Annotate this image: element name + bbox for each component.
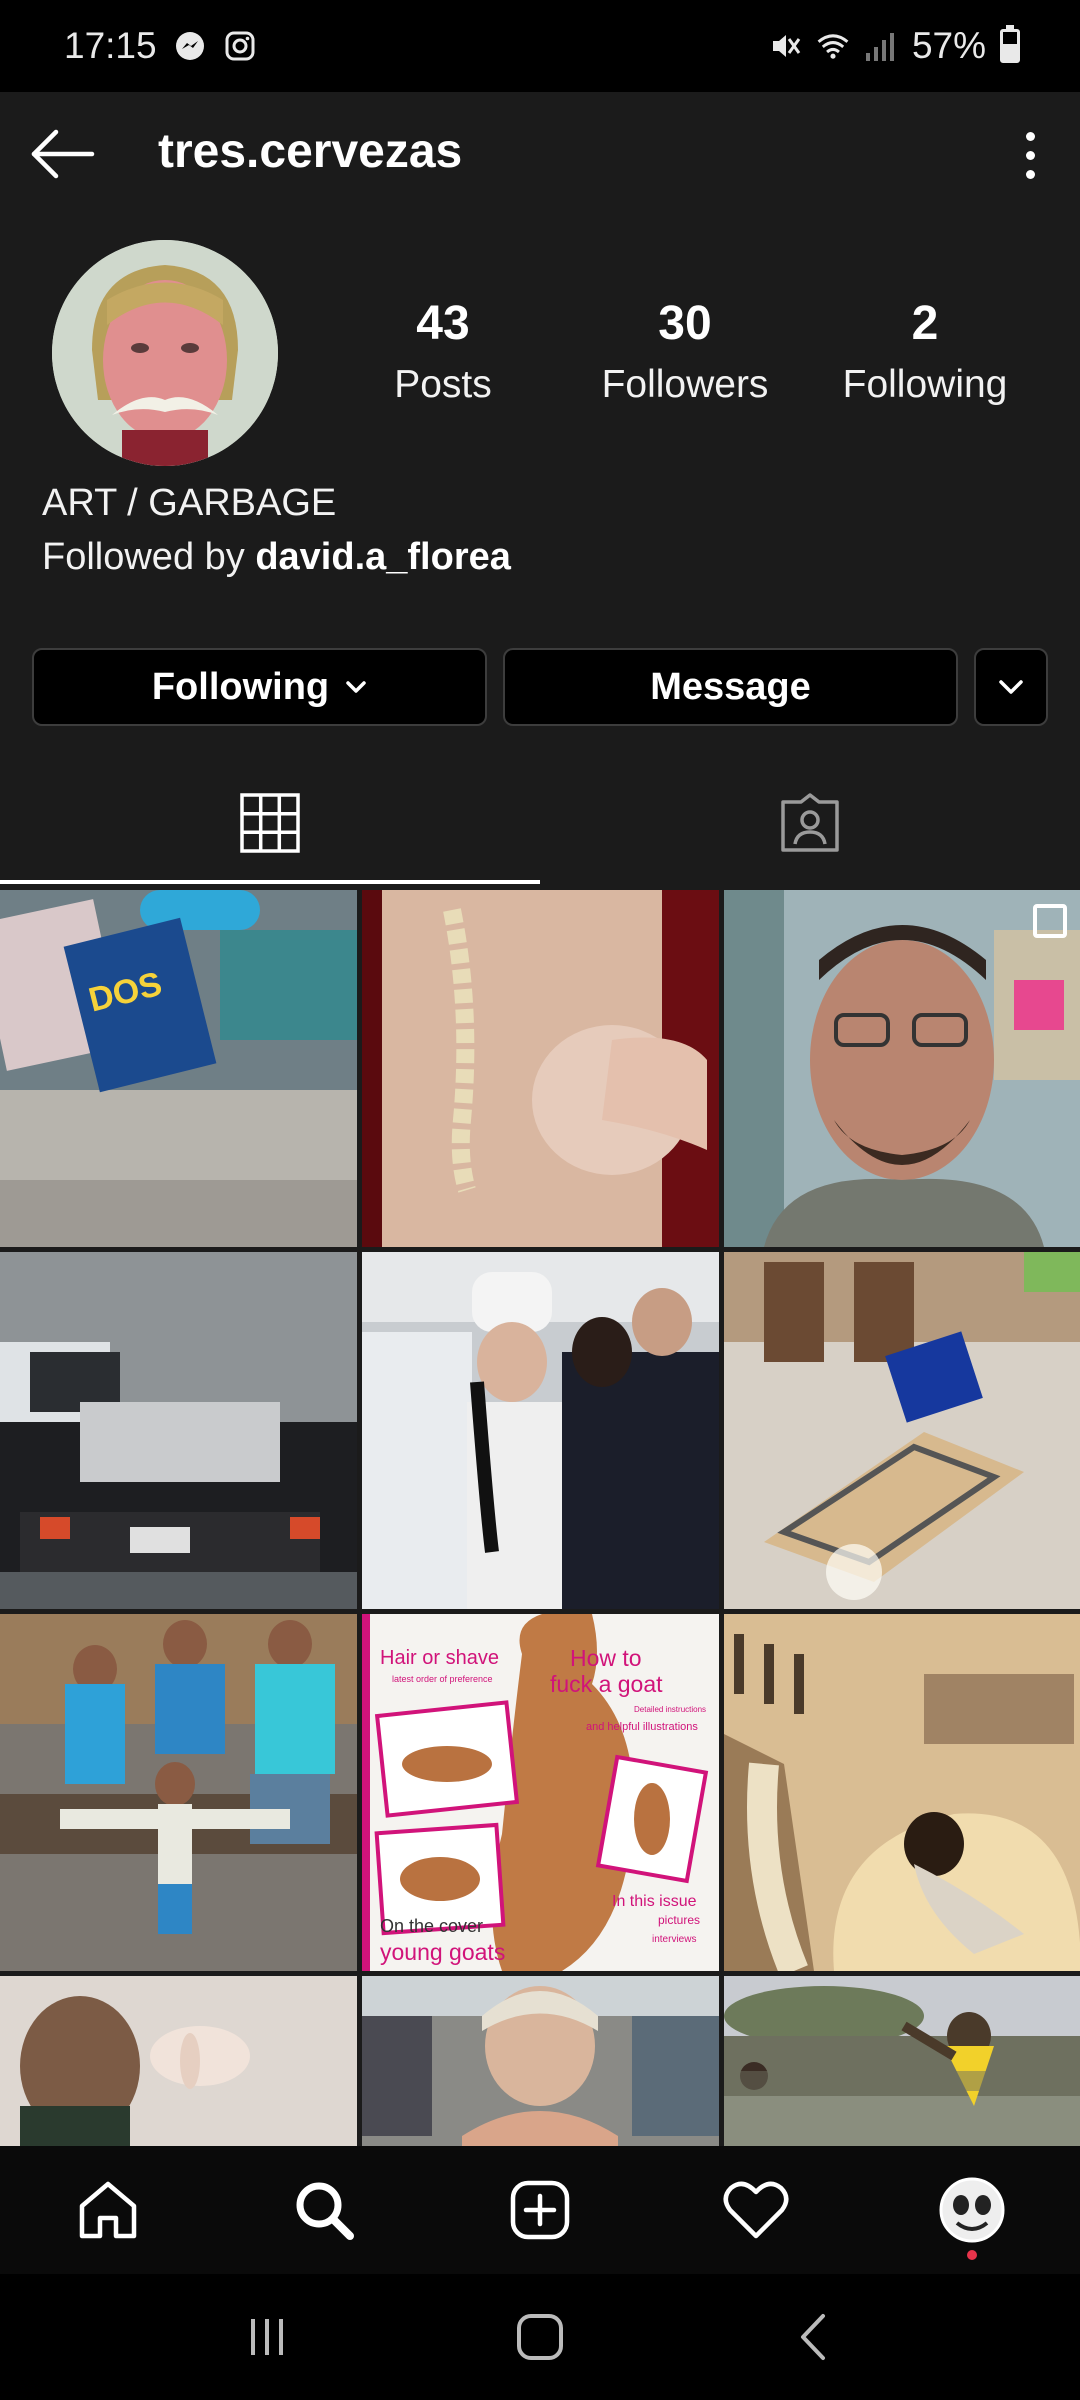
search-icon <box>296 2182 354 2240</box>
back-button[interactable] <box>28 122 98 186</box>
post-image <box>724 1976 1080 2146</box>
post-tile[interactable] <box>362 890 719 1247</box>
following-button-label: Following <box>151 665 330 708</box>
following-stat[interactable]: 2 Following <box>830 296 1020 407</box>
wifi-icon <box>816 29 850 63</box>
tab-posts-grid[interactable] <box>0 760 540 886</box>
profile-bio: ART / GARBAGE <box>42 482 337 524</box>
messenger-icon <box>173 29 207 63</box>
more-options-button[interactable] <box>1010 120 1050 190</box>
notification-dot <box>967 2250 977 2260</box>
cover-text: On the cover <box>380 1916 483 1936</box>
nav-new-post[interactable] <box>475 2160 605 2260</box>
nav-home[interactable] <box>43 2160 173 2260</box>
followers-count: 30 <box>658 297 712 350</box>
posts-count: 43 <box>416 297 470 350</box>
back-chevron-icon <box>801 2314 826 2360</box>
home-icon <box>79 2181 137 2239</box>
tagged-icon <box>781 793 839 852</box>
post-image <box>0 1614 357 1971</box>
post-image <box>724 1252 1080 1609</box>
post-tile[interactable] <box>724 1252 1080 1609</box>
post-image <box>362 890 719 1247</box>
posts-stat[interactable]: 43 Posts <box>378 296 508 407</box>
back-arrow-icon <box>31 129 95 179</box>
cover-text: pictures <box>658 1913 700 1927</box>
profile-avatar-icon <box>939 2177 1005 2243</box>
post-tile[interactable] <box>724 890 1080 1247</box>
cover-text: How to <box>570 1645 642 1671</box>
system-recents-button[interactable] <box>217 2297 317 2377</box>
home-outline-icon <box>516 2314 563 2360</box>
status-time: 17:15 <box>64 25 157 66</box>
profile-tabs <box>0 760 1080 886</box>
new-post-icon <box>510 2180 570 2240</box>
nav-activity[interactable] <box>691 2160 821 2260</box>
message-button-label: Message <box>650 665 811 708</box>
post-image <box>362 1976 719 2146</box>
cover-text: fuck a goat <box>550 1671 663 1697</box>
profile-avatar[interactable] <box>52 240 278 466</box>
followed-by-user: david.a_florea <box>255 536 511 578</box>
system-navigation-bar <box>0 2274 1080 2400</box>
following-count: 2 <box>911 297 939 350</box>
followers-stat[interactable]: 30 Followers <box>590 296 780 407</box>
status-bar: 17:15 57% <box>0 0 1080 92</box>
multiple-posts-icon <box>1033 904 1067 938</box>
cover-text: interviews <box>652 1934 696 1945</box>
post-tile[interactable] <box>362 1252 719 1609</box>
instagram-icon <box>223 29 257 63</box>
bottom-navigation <box>0 2146 1080 2274</box>
system-back-button[interactable] <box>763 2297 863 2377</box>
post-image: Hair or shave latest order of preference… <box>362 1614 719 1971</box>
message-button[interactable]: Message <box>503 648 958 726</box>
battery-percent: 57% <box>911 25 986 66</box>
posts-grid: DOS Hair or shave latest order of prefer… <box>0 890 1080 2146</box>
following-label: Following <box>842 363 1008 406</box>
chevron-down-icon <box>346 681 366 693</box>
followed-by-text[interactable]: Followed by david.a_florea <box>42 536 511 579</box>
post-image: DOS <box>0 890 357 1247</box>
avatar-image <box>52 240 278 466</box>
grid-icon <box>240 793 300 853</box>
post-tile[interactable] <box>0 1614 357 1971</box>
post-tile[interactable] <box>724 1614 1080 1971</box>
cover-text: In this issue <box>612 1893 697 1910</box>
post-image <box>0 1252 357 1609</box>
nav-search[interactable] <box>259 2160 389 2260</box>
signal-icon <box>864 29 898 63</box>
cover-text: Hair or shave <box>380 1647 499 1669</box>
post-tile[interactable]: Hair or shave latest order of preference… <box>362 1614 719 1971</box>
active-tab-indicator <box>0 880 540 884</box>
post-tile[interactable] <box>0 1976 357 2146</box>
following-button[interactable]: Following <box>32 648 487 726</box>
cover-text: and helpful illustrations <box>586 1721 698 1733</box>
posts-label: Posts <box>394 363 492 406</box>
recents-icon <box>250 2319 283 2355</box>
system-home-button[interactable] <box>490 2297 590 2377</box>
post-image <box>362 1252 719 1609</box>
followed-by-prefix: Followed by <box>42 536 256 578</box>
profile-username: tres.cervezas <box>158 125 463 178</box>
heart-icon <box>723 2181 789 2239</box>
cover-text: Detailed instructions <box>634 1705 706 1714</box>
mute-icon <box>768 29 802 63</box>
more-dots-icon <box>1025 131 1035 141</box>
post-tile[interactable]: DOS <box>0 890 357 1247</box>
followers-label: Followers <box>601 363 769 406</box>
post-image <box>724 1614 1080 1971</box>
post-tile[interactable] <box>724 1976 1080 2146</box>
post-tile[interactable] <box>0 1252 357 1609</box>
suggested-accounts-button[interactable] <box>974 648 1048 726</box>
profile-header: tres.cervezas <box>0 92 1080 218</box>
post-image <box>724 890 1080 1247</box>
battery-icon <box>1000 25 1020 63</box>
nav-profile[interactable] <box>907 2160 1037 2260</box>
cover-text: young goats <box>380 1939 505 1965</box>
post-image <box>0 1976 357 2146</box>
cover-text: latest order of preference <box>392 1674 493 1684</box>
chevron-down-icon <box>999 680 1023 694</box>
tab-tagged[interactable] <box>540 760 1080 886</box>
post-tile[interactable] <box>362 1976 719 2146</box>
